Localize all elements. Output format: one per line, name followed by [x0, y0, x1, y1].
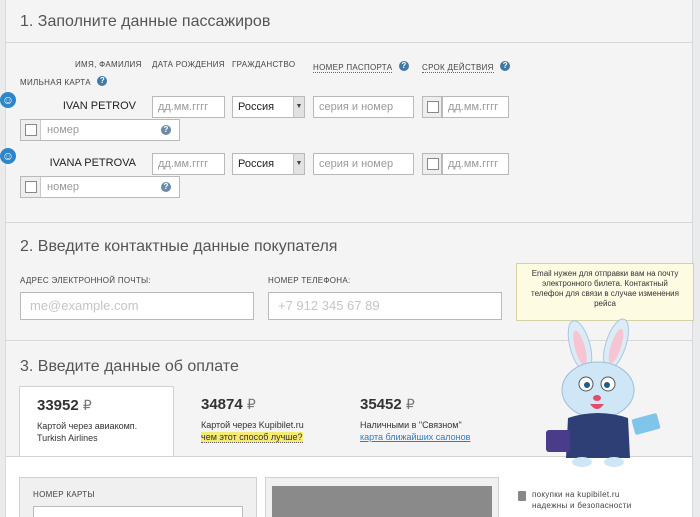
payment-method-airline[interactable]: 33952 ₽ Картой через авиакомп. Turkish A…: [19, 386, 174, 456]
miles-input[interactable]: номер: [47, 124, 79, 136]
section-payment-title: 3. Введите данные об оплате: [20, 358, 239, 375]
payment-price: 33952 ₽: [37, 397, 92, 414]
help-icon[interactable]: ?: [398, 60, 409, 71]
citizenship-select[interactable]: Россия ▼: [232, 153, 305, 175]
payment-price: 35452 ₽: [360, 396, 415, 413]
payment-description: Картой через Kupibilet.ru чем этот спосо…: [201, 420, 304, 443]
payment-method-kupibilet[interactable]: 34874 ₽ Картой через Kupibilet.ru чем эт…: [201, 386, 351, 456]
person-icon: ☺: [0, 92, 16, 108]
col-citizenship: гражданство: [232, 60, 296, 69]
col-birth: дата рождения: [152, 60, 225, 69]
birth-date-input[interactable]: дд.мм.гггг: [152, 153, 225, 175]
help-icon[interactable]: ?: [97, 75, 108, 86]
col-miles: мильная карта: [20, 78, 91, 87]
miles-checkbox[interactable]: [21, 177, 41, 197]
payment-price: 34874 ₽: [201, 396, 256, 413]
card-number-box: номер карты: [19, 477, 257, 517]
col-name: имя, фамилия: [75, 60, 142, 69]
phone-label: номер телефона:: [268, 276, 351, 285]
phone-input[interactable]: +7 912 345 67 89: [268, 292, 502, 320]
col-passport-wrap: номер паспорта ?: [313, 57, 409, 75]
card-back-image: [265, 477, 499, 517]
email-input[interactable]: me@example.com: [20, 292, 254, 320]
col-validity: срок действия: [422, 63, 494, 73]
passport-input[interactable]: серия и номер: [313, 96, 414, 118]
checkbox[interactable]: [427, 101, 439, 113]
col-passport: номер паспорта: [313, 63, 393, 73]
stores-map-link[interactable]: карта ближайших салонов: [360, 432, 470, 442]
help-icon[interactable]: ?: [161, 182, 171, 192]
payment-description: Картой через авиакомп. Turkish Airlines: [37, 421, 138, 443]
citizenship-value: Россия: [238, 101, 275, 113]
validity-input[interactable]: дд.мм.гггг: [442, 96, 509, 118]
passenger-name: IVAN PETROV: [62, 100, 136, 112]
card-number-label: номер карты: [33, 490, 95, 499]
why-better-link[interactable]: чем этот способ лучше?: [201, 432, 303, 443]
validity-checkbox[interactable]: [422, 153, 442, 175]
passenger-name: IVANA PETROVA: [49, 157, 136, 169]
citizenship-select[interactable]: Россия ▼: [232, 96, 305, 118]
contacts-tooltip: Email нужен для отправки вам на почту эл…: [516, 263, 694, 321]
miles-card-field[interactable]: номер ?: [20, 119, 180, 141]
card-number-input[interactable]: [33, 506, 243, 517]
section-passengers-title: 1. Заполните данные пассажиров: [20, 13, 271, 30]
validity-checkbox[interactable]: [422, 96, 442, 118]
person-icon: ☺: [0, 148, 16, 164]
col-validity-wrap: срок действия ?: [422, 57, 511, 75]
bunny-mascot: [546, 318, 661, 467]
dropdown-arrow-icon: ▼: [293, 154, 304, 174]
divider: [6, 222, 692, 223]
validity-input[interactable]: дд.мм.гггг: [442, 153, 509, 175]
miles-checkbox[interactable]: [21, 120, 41, 140]
citizenship-value: Россия: [238, 158, 275, 170]
passport-input[interactable]: серия и номер: [313, 153, 414, 175]
dropdown-arrow-icon: ▼: [293, 97, 304, 117]
miles-input[interactable]: номер: [47, 181, 79, 193]
payment-description: Наличными в "Связном" карта ближайших са…: [360, 420, 471, 442]
birth-date-input[interactable]: дд.мм.гггг: [152, 96, 225, 118]
help-icon[interactable]: ?: [500, 60, 511, 71]
secure-purchase-note: покупки на kupibilet.ru надежны и безопа…: [518, 489, 632, 511]
miles-card-field[interactable]: номер ?: [20, 176, 180, 198]
checkbox[interactable]: [427, 158, 439, 170]
payment-method-cash[interactable]: 35452 ₽ Наличными в "Связном" карта ближ…: [360, 386, 530, 456]
section-contacts-title: 2. Введите контактные данные покупателя: [20, 238, 338, 255]
col-miles-wrap: мильная карта ?: [20, 72, 108, 90]
help-icon[interactable]: ?: [161, 125, 171, 135]
lock-icon: [518, 491, 526, 501]
divider: [6, 42, 692, 43]
email-label: адрес электронной почты:: [20, 276, 151, 285]
